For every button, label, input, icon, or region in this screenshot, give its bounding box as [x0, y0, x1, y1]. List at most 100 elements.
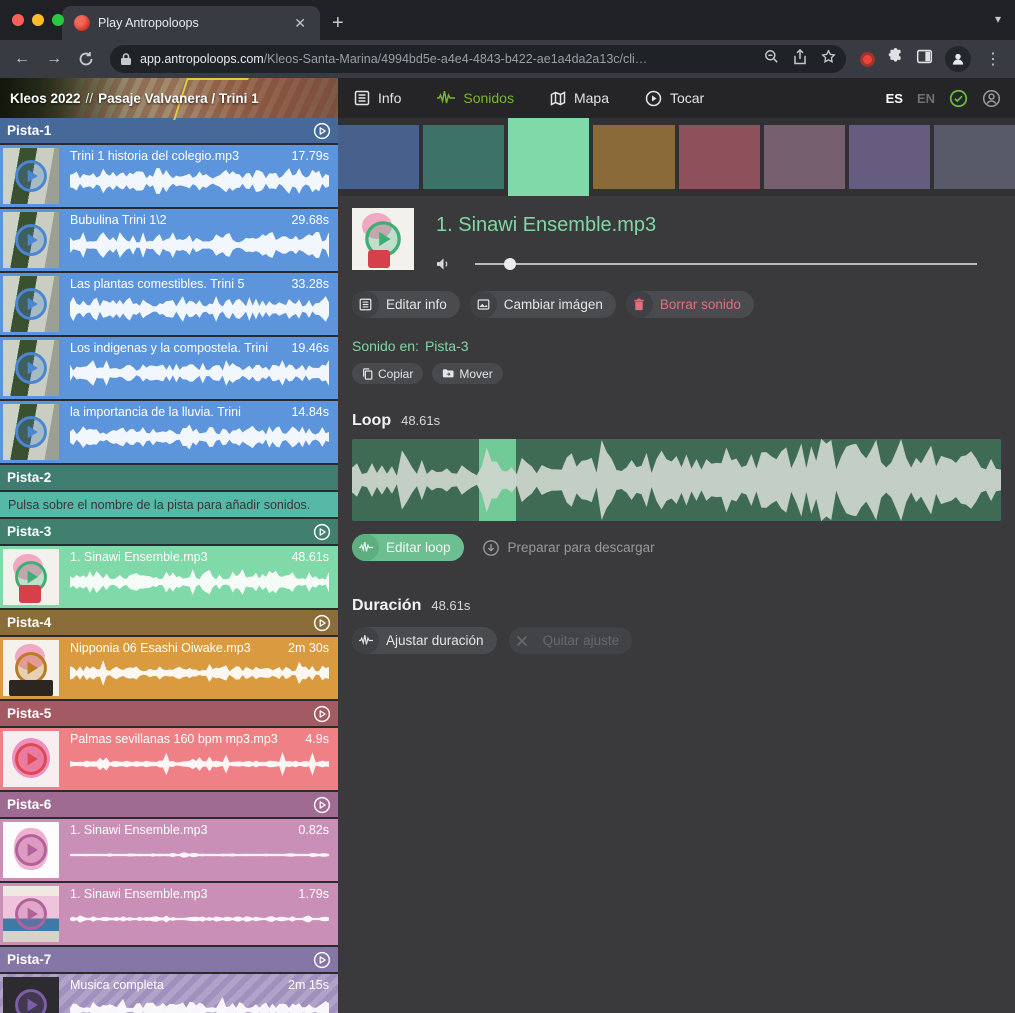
edit-info-button[interactable]: Editar info [352, 291, 460, 318]
sound-item[interactable]: Musica completa2m 15s [0, 974, 338, 1013]
play-overlay-icon[interactable] [14, 897, 48, 931]
extensions-puzzle-icon[interactable] [887, 48, 904, 70]
sound-thumb[interactable] [3, 276, 59, 332]
track-name[interactable]: Pista-6 [7, 797, 51, 812]
loop-waveform[interactable] [352, 439, 1001, 521]
sound-item[interactable]: la importancia de la lluvia. Trini14.84s [0, 401, 338, 463]
color-swatch-6[interactable] [764, 125, 845, 189]
sound-item[interactable]: 1. Sinawi Ensemble.mp30.82s [0, 819, 338, 881]
color-swatch-2[interactable] [423, 125, 504, 189]
window-controls[interactable] [12, 14, 64, 26]
sound-thumb[interactable] [3, 148, 59, 204]
track-header[interactable]: Pista-6 [0, 792, 338, 817]
copy-button[interactable]: Copiar [352, 363, 423, 384]
color-swatch-5[interactable] [679, 125, 760, 189]
play-overlay-icon[interactable] [14, 560, 48, 594]
tab-info[interactable]: Info [354, 90, 401, 106]
track-play-button[interactable] [313, 951, 331, 969]
sound-thumbnail[interactable] [352, 208, 414, 270]
play-overlay-icon[interactable] [14, 415, 48, 449]
zoom-window-button[interactable] [52, 14, 64, 26]
bookmark-star-icon[interactable] [821, 49, 836, 70]
sound-in-track-link[interactable]: Pista-3 [425, 338, 469, 354]
play-overlay-icon[interactable] [14, 223, 48, 257]
account-icon[interactable] [982, 89, 1001, 108]
track-name[interactable]: Pista-3 [7, 524, 51, 539]
sound-item[interactable]: 1. Sinawi Ensemble.mp348.61s [0, 546, 338, 608]
sound-thumb[interactable] [3, 731, 59, 787]
track-header[interactable]: Pista-7 [0, 947, 338, 972]
move-button[interactable]: Mover [432, 363, 502, 384]
browser-menu-kebab-icon[interactable]: ⋮ [979, 45, 1007, 73]
color-swatch-4[interactable] [593, 125, 674, 189]
sound-item[interactable]: Trini 1 historia del colegio.mp317.79s [0, 145, 338, 207]
track-name[interactable]: Pista-7 [7, 952, 51, 967]
breadcrumb-map-thumbnail[interactable]: Kleos 2022//Pasaje Valvanera / Trini 1 [0, 78, 338, 118]
forward-button[interactable]: → [40, 45, 68, 73]
track-header[interactable]: Pista-5 [0, 701, 338, 726]
play-overlay-icon[interactable] [14, 742, 48, 776]
sound-item-title[interactable]: la importancia de la lluvia. Trini [70, 405, 241, 419]
remove-adjust-button[interactable]: Quitar ajuste [509, 627, 633, 654]
sound-thumb[interactable] [3, 549, 59, 605]
edit-loop-button[interactable]: Editar loop [352, 534, 464, 561]
change-image-button[interactable]: Cambiar imágen [470, 291, 616, 318]
color-swatch-8[interactable] [934, 125, 1015, 189]
sound-item-title[interactable]: Bubulina Trini 1\2 [70, 213, 167, 227]
lang-es[interactable]: ES [886, 91, 903, 106]
play-overlay-icon[interactable] [14, 988, 48, 1013]
play-overlay-icon[interactable] [14, 651, 48, 685]
sound-thumb[interactable] [3, 886, 59, 942]
track-name[interactable]: Pista-4 [7, 615, 51, 630]
new-tab-button[interactable]: + [332, 13, 344, 33]
sound-item[interactable]: Bubulina Trini 1\229.68s [0, 209, 338, 271]
sound-item-title[interactable]: Trini 1 historia del colegio.mp3 [70, 149, 239, 163]
tab-close-icon[interactable]: ✕ [290, 13, 310, 34]
sound-thumb[interactable] [3, 212, 59, 268]
lang-en[interactable]: EN [917, 91, 935, 106]
browser-tab[interactable]: Play Antropoloops ✕ [62, 6, 320, 40]
adjust-duration-button[interactable]: Ajustar duración [352, 627, 497, 654]
share-icon[interactable] [793, 49, 807, 70]
recorder-extension-icon[interactable] [860, 52, 875, 67]
url-bar[interactable]: app.antropoloops.com/Kleos-Santa-Marina/… [110, 45, 846, 73]
sound-item[interactable]: Nipponia 06 Esashi Oiwake.mp32m 30s [0, 637, 338, 699]
delete-sound-button[interactable]: Borrar sonido [626, 291, 754, 318]
browser-profile-avatar[interactable] [945, 46, 971, 72]
tab-tocar[interactable]: Tocar [645, 90, 704, 107]
sound-thumb[interactable] [3, 340, 59, 396]
track-header[interactable]: Pista-1 [0, 118, 338, 143]
sound-item[interactable]: Las plantas comestibles. Trini 533.28s [0, 273, 338, 335]
track-play-button[interactable] [313, 122, 331, 140]
track-play-button[interactable] [313, 523, 331, 541]
prepare-download-button[interactable]: Preparar para descargar [482, 539, 655, 557]
track-name[interactable]: Pista-2 [7, 470, 51, 485]
sound-thumb[interactable] [3, 404, 59, 460]
reload-button[interactable] [72, 45, 100, 73]
sound-item-title[interactable]: Nipponia 06 Esashi Oiwake.mp3 [70, 641, 251, 655]
tab-sonidos[interactable]: Sonidos [437, 90, 514, 106]
tab-search-chevron-icon[interactable]: ▾ [995, 12, 1001, 26]
sound-thumb[interactable] [3, 977, 59, 1013]
track-header[interactable]: Pista-2 [0, 465, 338, 490]
track-play-button[interactable] [313, 796, 331, 814]
track-header[interactable]: Pista-3 [0, 519, 338, 544]
back-button[interactable]: ← [8, 45, 36, 73]
minimize-window-button[interactable] [32, 14, 44, 26]
track-header[interactable]: Pista-4 [0, 610, 338, 635]
sound-item-title[interactable]: Las plantas comestibles. Trini 5 [70, 277, 244, 291]
sound-item-title[interactable]: Palmas sevillanas 160 bpm mp3.mp3 [70, 732, 278, 746]
track-name[interactable]: Pista-5 [7, 706, 51, 721]
color-swatch-1[interactable] [338, 125, 419, 189]
track-name[interactable]: Pista-1 [7, 123, 51, 138]
sound-item-title[interactable]: 1. Sinawi Ensemble.mp3 [70, 887, 208, 901]
sound-item[interactable]: 1. Sinawi Ensemble.mp31.79s [0, 883, 338, 945]
sound-item-title[interactable]: Musica completa [70, 978, 164, 992]
sound-item[interactable]: Los indigenas y la compostela. Trini19.4… [0, 337, 338, 399]
play-overlay-icon[interactable] [14, 833, 48, 867]
zoom-page-icon[interactable] [764, 49, 779, 70]
play-overlay-icon[interactable] [364, 220, 402, 258]
side-panel-icon[interactable] [916, 48, 933, 70]
sound-item[interactable]: Palmas sevillanas 160 bpm mp3.mp34.9s [0, 728, 338, 790]
close-window-button[interactable] [12, 14, 24, 26]
